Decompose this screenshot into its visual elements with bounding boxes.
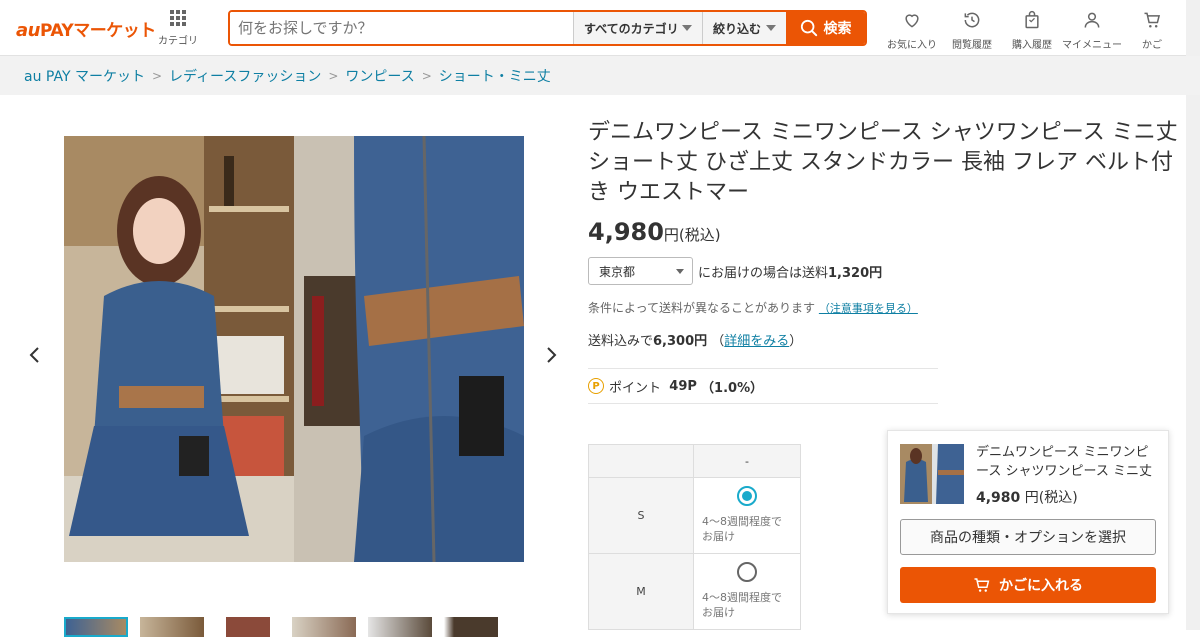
points-rate: （1.0%） — [701, 380, 764, 396]
cart-product-thumbnail — [900, 444, 964, 504]
price-value: 4,980 — [588, 218, 664, 246]
size-label-s: S — [588, 477, 694, 554]
nav-mymenu[interactable]: マイメニュー — [1062, 8, 1122, 51]
chevron-right-icon: > — [328, 68, 339, 83]
chevron-right-icon: > — [421, 68, 432, 83]
chevron-left-icon — [29, 347, 39, 363]
size-option-s[interactable]: 4～8週間程度でお届け — [693, 477, 801, 554]
site-logo[interactable]: auPAYマーケット — [16, 16, 156, 41]
cart-price-value: 4,980 — [976, 490, 1021, 506]
chevron-right-icon: > — [151, 68, 163, 83]
grid-icon — [170, 10, 186, 26]
shipping-text: にお届けの場合は送料 — [698, 265, 829, 281]
shipping-fee: 1,320円 — [828, 265, 883, 281]
search-input[interactable] — [230, 12, 573, 44]
header-nav: お気に入り 閲覧履歴 購入履歴 マイメニュー かご — [882, 8, 1182, 51]
chevron-right-icon — [547, 347, 557, 363]
delivery-estimate: 4～8週間程度でお届け — [702, 515, 782, 543]
notes-link[interactable]: （注意事項を見る） — [819, 302, 918, 315]
total-label: 送料込みで — [588, 334, 654, 349]
filter-select[interactable]: 絞り込む — [702, 12, 786, 44]
shopping-bag-icon — [1025, 10, 1039, 29]
product-price: 4,980円(税込) — [588, 218, 721, 246]
cart-icon — [1144, 12, 1161, 28]
nav-favorites[interactable]: お気に入り — [882, 8, 942, 51]
category-label: カテゴリ — [158, 36, 198, 47]
search-icon — [800, 19, 817, 37]
add-to-cart-label: かごに入れる — [999, 578, 1083, 594]
cart-price-unit: 円(税込) — [1020, 490, 1078, 506]
nav-cart-label: かご — [1142, 40, 1162, 51]
points-icon: P — [588, 378, 604, 394]
option-table: - S 4～8週間程度でお届け M 4～8週間程度でお届け — [588, 444, 801, 630]
breadcrumb-category[interactable]: レディースファッション — [169, 66, 321, 86]
select-option-label: 商品の種類・オプションを選択 — [930, 530, 1126, 546]
breadcrumb-subcategory[interactable]: ワンピース — [345, 66, 414, 86]
total-value: 6,300円 — [653, 334, 708, 349]
cart-price: 4,980 円(税込) — [976, 487, 1078, 507]
total-with-shipping: 送料込みで6,300円 （詳細をみる） — [588, 334, 803, 349]
user-icon — [1084, 12, 1100, 28]
breadcrumb-current[interactable]: ショート・ミニ丈 — [439, 66, 551, 86]
site-header: auPAYマーケット カテゴリ すべてのカテゴリ 絞り込む 検索 お気に入り 閲… — [0, 0, 1186, 56]
filter-select-label: 絞り込む — [713, 21, 762, 36]
chevron-down-icon — [676, 268, 684, 274]
image-prev-button[interactable] — [28, 345, 42, 370]
nav-history-label: 閲覧履歴 — [952, 40, 992, 51]
points-label: ポイント — [609, 380, 662, 396]
category-select-label: すべてのカテゴリ — [584, 21, 679, 36]
shipping-row: 東京都 にお届けの場合は送料 1,320円 — [588, 257, 882, 285]
radio-button-selected[interactable] — [737, 486, 757, 506]
thumbnail-image[interactable] — [368, 617, 432, 637]
search-button[interactable]: 検索 — [786, 12, 865, 44]
heart-icon — [905, 14, 919, 28]
points-row: P ポイント 49P （1.0%） — [588, 368, 938, 404]
nav-purchases[interactable]: 購入履歴 — [1002, 8, 1062, 51]
delivery-estimate: 4～8週間程度でお届け — [702, 591, 782, 619]
breadcrumb: au PAY マーケット > レディースファッション > ワンピース > ショート・ミ… — [0, 56, 1200, 95]
chevron-down-icon — [682, 25, 692, 31]
nav-history[interactable]: 閲覧履歴 — [942, 8, 1002, 51]
thumbnail-image[interactable] — [292, 617, 356, 637]
option-table-corner — [588, 444, 694, 478]
cart-icon — [974, 578, 990, 592]
prefecture-select[interactable]: 東京都 — [588, 257, 693, 285]
shipping-note: 条件によって送料が異なることがあります （注意事項を見る） — [588, 299, 918, 316]
floating-cart-panel: デニムワンピース ミニワンピース シャツワンピース ミニ丈 ショート丈 4,98… — [887, 430, 1169, 614]
size-option-m[interactable]: 4～8週間程度でお届け — [693, 553, 801, 630]
add-to-cart-button[interactable]: かごに入れる — [900, 567, 1156, 603]
select-option-button[interactable]: 商品の種類・オプションを選択 — [900, 519, 1156, 555]
history-icon — [964, 12, 980, 28]
price-unit: 円(税込) — [663, 226, 721, 244]
thumbnail-image[interactable] — [64, 617, 128, 637]
breadcrumb-home[interactable]: au PAY マーケット — [24, 66, 145, 86]
nav-cart[interactable]: かご — [1122, 8, 1182, 51]
nav-purchases-label: 購入履歴 — [1012, 40, 1052, 51]
option-column-header: - — [693, 444, 801, 478]
category-select[interactable]: すべてのカテゴリ — [573, 12, 702, 44]
product-title: デニムワンピース ミニワンピース シャツワンピース ミニ丈 ショート丈 ひざ上丈… — [588, 120, 1178, 205]
thumbnail-image[interactable] — [444, 617, 508, 637]
thumbnail-image[interactable] — [216, 617, 280, 637]
shipping-note-text: 条件によって送料が異なることがあります — [588, 301, 816, 315]
radio-button[interactable] — [737, 562, 757, 582]
chevron-down-icon — [766, 25, 776, 31]
prefecture-value: 東京都 — [599, 264, 636, 279]
nav-mymenu-label: マイメニュー — [1062, 40, 1122, 51]
search-bar: すべてのカテゴリ 絞り込む 検索 — [228, 10, 867, 46]
category-menu-button[interactable]: カテゴリ — [156, 8, 200, 47]
thumbnail-strip — [64, 617, 508, 637]
logo-text: PAYマーケット — [39, 21, 156, 41]
search-button-label: 検索 — [823, 21, 852, 37]
details-link[interactable]: 詳細をみる — [724, 334, 789, 349]
image-next-button[interactable] — [544, 345, 558, 370]
size-label-m: M — [588, 553, 694, 630]
product-main-image[interactable] — [64, 136, 524, 562]
nav-favorites-label: お気に入り — [887, 40, 937, 51]
cart-product-title: デニムワンピース ミニワンピース シャツワンピース ミニ丈 ショート丈 — [976, 445, 1152, 479]
thumbnail-image[interactable] — [140, 617, 204, 637]
logo-au: au — [16, 20, 40, 41]
points-value: 49P — [669, 378, 697, 394]
